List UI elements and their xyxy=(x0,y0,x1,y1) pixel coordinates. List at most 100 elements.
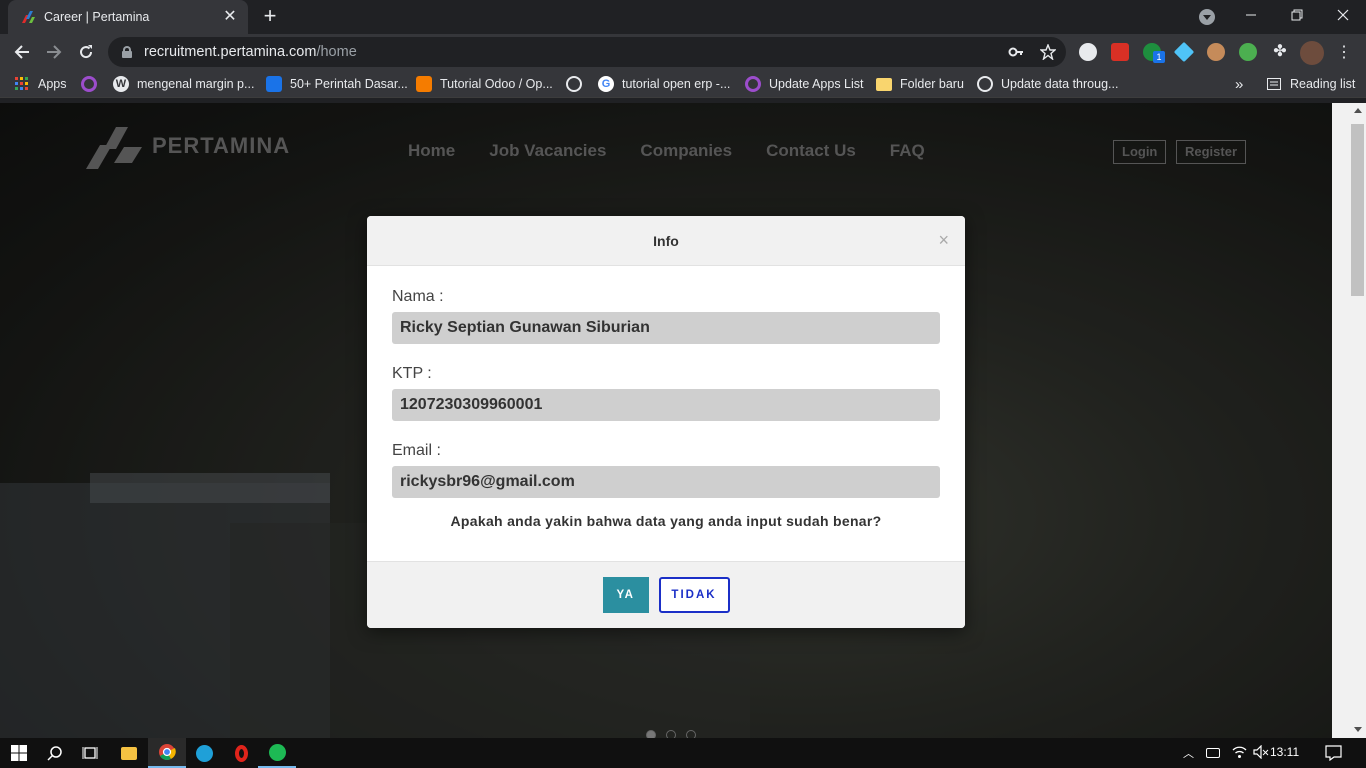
bookmark-openerp[interactable]: G tutorial open erp -... xyxy=(598,75,730,93)
bookmark-label: Apps xyxy=(38,77,67,91)
reading-list-button[interactable]: Reading list xyxy=(1266,75,1355,93)
taskbar-chrome[interactable] xyxy=(148,738,186,768)
new-tab-button[interactable]: + xyxy=(258,5,282,28)
restore-icon xyxy=(1291,9,1303,21)
battery-icon[interactable] xyxy=(1206,748,1220,758)
taskbar-edge[interactable] xyxy=(185,738,223,768)
notifications-icon[interactable] xyxy=(1325,745,1342,764)
reload-button[interactable] xyxy=(74,40,98,64)
carousel-dot[interactable] xyxy=(666,730,676,738)
pertamina-favicon-icon xyxy=(22,11,35,23)
bookmark-label: mengenal margin p... xyxy=(137,77,255,91)
taskbar-opera[interactable] xyxy=(222,738,260,768)
close-window-button[interactable] xyxy=(1320,0,1366,30)
bookmark-update-apps[interactable]: Update Apps List xyxy=(745,75,864,93)
bookmarks-bar: Apps W mengenal margin p... 50+ Perintah… xyxy=(0,70,1366,98)
no-button[interactable]: TIDAK xyxy=(658,577,730,613)
extension-globe-icon[interactable] xyxy=(1239,43,1257,61)
modal-footer: YA TIDAK xyxy=(367,561,965,628)
bookmark-folder[interactable]: Folder baru xyxy=(876,75,964,93)
modal-body: Nama : Ricky Septian Gunawan Siburian KT… xyxy=(367,266,965,561)
yes-button[interactable]: YA xyxy=(602,577,649,613)
nav-faq[interactable]: FAQ xyxy=(890,141,925,161)
extension-red-icon[interactable] xyxy=(1111,43,1129,61)
browser-tab[interactable]: Career | Pertamina ✕ xyxy=(8,0,248,34)
logo-text: PERTAMINA xyxy=(152,133,291,158)
bookmark-star-icon[interactable] xyxy=(1039,43,1057,64)
folder-icon xyxy=(121,746,137,760)
nav-contact-us[interactable]: Contact Us xyxy=(766,141,856,161)
close-icon xyxy=(1337,9,1349,21)
extensions-puzzle-icon[interactable]: ✤ xyxy=(1271,43,1289,61)
apps-grid-icon xyxy=(15,77,28,90)
extension-h-icon[interactable] xyxy=(1079,43,1097,61)
restore-button[interactable] xyxy=(1274,0,1320,30)
bookmark-label: Tutorial Odoo / Op... xyxy=(440,77,553,91)
bookmark-update-data[interactable]: Update data throug... xyxy=(977,75,1118,93)
globe-icon xyxy=(566,76,582,92)
back-arrow-icon xyxy=(14,45,29,59)
scroll-up-arrow-icon[interactable] xyxy=(1354,108,1362,113)
bookmark-apps[interactable]: Apps xyxy=(14,75,67,93)
back-button[interactable] xyxy=(10,40,34,64)
more-bookmarks-button[interactable]: » xyxy=(1235,75,1243,93)
info-modal: Info × Nama : Ricky Septian Gunawan Sibu… xyxy=(367,216,965,628)
taskbar-spotify[interactable] xyxy=(258,738,296,768)
bookmark-label: Update data throug... xyxy=(1001,77,1119,91)
bookmark-globe[interactable] xyxy=(566,75,590,93)
login-button[interactable]: Login xyxy=(1113,140,1167,164)
key-icon[interactable] xyxy=(1008,44,1024,64)
bookmark-circle[interactable] xyxy=(81,75,105,93)
extension-green-icon[interactable]: 1 xyxy=(1143,43,1165,63)
blogger-icon xyxy=(416,76,432,92)
task-view-icon xyxy=(82,747,98,759)
search-button[interactable] xyxy=(36,738,74,768)
ktp-field[interactable]: 1207230309960001 xyxy=(392,389,940,421)
pertamina-logo[interactable]: PERTAMINA xyxy=(86,123,290,169)
pertamina-logo-icon xyxy=(86,127,142,169)
tab-close-icon[interactable]: ✕ xyxy=(222,9,238,25)
menu-kebab-icon[interactable]: ⋮ xyxy=(1332,40,1356,64)
circle-ring-icon xyxy=(81,76,97,92)
tab-search-icon[interactable] xyxy=(1199,9,1215,25)
nav-companies[interactable]: Companies xyxy=(640,141,732,161)
extension-avatar-icon[interactable] xyxy=(1207,43,1225,61)
nav-job-vacancies[interactable]: Job Vacancies xyxy=(489,141,606,161)
tab-strip: Career | Pertamina ✕ + xyxy=(0,0,1366,34)
nav-home[interactable]: Home xyxy=(408,141,455,161)
volume-muted-icon[interactable] xyxy=(1253,744,1269,762)
bookmark-perintah[interactable]: 50+ Perintah Dasar... xyxy=(266,75,408,93)
start-button[interactable] xyxy=(0,738,38,768)
forward-button[interactable] xyxy=(42,40,66,64)
taskbar-file-explorer[interactable] xyxy=(110,738,148,768)
edge-icon xyxy=(195,744,213,762)
email-field[interactable]: rickysbr96@gmail.com xyxy=(392,466,940,498)
modal-close-icon[interactable]: × xyxy=(938,231,949,249)
windows-taskbar: ︿ 13:11 xyxy=(0,738,1366,768)
bookmark-label: 50+ Perintah Dasar... xyxy=(290,77,408,91)
bookmark-label: tutorial open erp -... xyxy=(622,77,731,91)
bookmark-label: Folder baru xyxy=(900,77,964,91)
wifi-icon[interactable] xyxy=(1232,745,1247,762)
circle-ring-icon xyxy=(745,76,761,92)
scroll-down-arrow-icon[interactable] xyxy=(1354,727,1362,732)
carousel-dot[interactable] xyxy=(686,730,696,738)
taskbar-clock[interactable]: 13:11 xyxy=(1270,745,1299,759)
lock-icon[interactable] xyxy=(122,46,132,58)
register-button[interactable]: Register xyxy=(1176,140,1247,164)
carousel-dot[interactable] xyxy=(646,730,656,738)
bookmark-odoo[interactable]: Tutorial Odoo / Op... xyxy=(416,75,553,93)
tray-chevron-up-icon[interactable]: ︿ xyxy=(1183,745,1194,761)
extension-diamond-icon[interactable] xyxy=(1173,41,1195,63)
name-field[interactable]: Ricky Septian Gunawan Siburian xyxy=(392,312,940,344)
tab-title: Career | Pertamina xyxy=(44,10,150,24)
bookmark-wordpress[interactable]: W mengenal margin p... xyxy=(113,75,254,93)
minimize-button[interactable] xyxy=(1228,0,1274,30)
google-icon: G xyxy=(598,76,614,92)
address-bar[interactable]: recruitment.pertamina.com/home xyxy=(108,37,1066,67)
task-view-button[interactable] xyxy=(71,738,109,768)
profile-avatar[interactable] xyxy=(1300,41,1324,65)
name-label: Nama : xyxy=(392,288,444,305)
ktp-label: KTP : xyxy=(392,365,432,382)
scrollbar-thumb[interactable] xyxy=(1351,124,1364,296)
